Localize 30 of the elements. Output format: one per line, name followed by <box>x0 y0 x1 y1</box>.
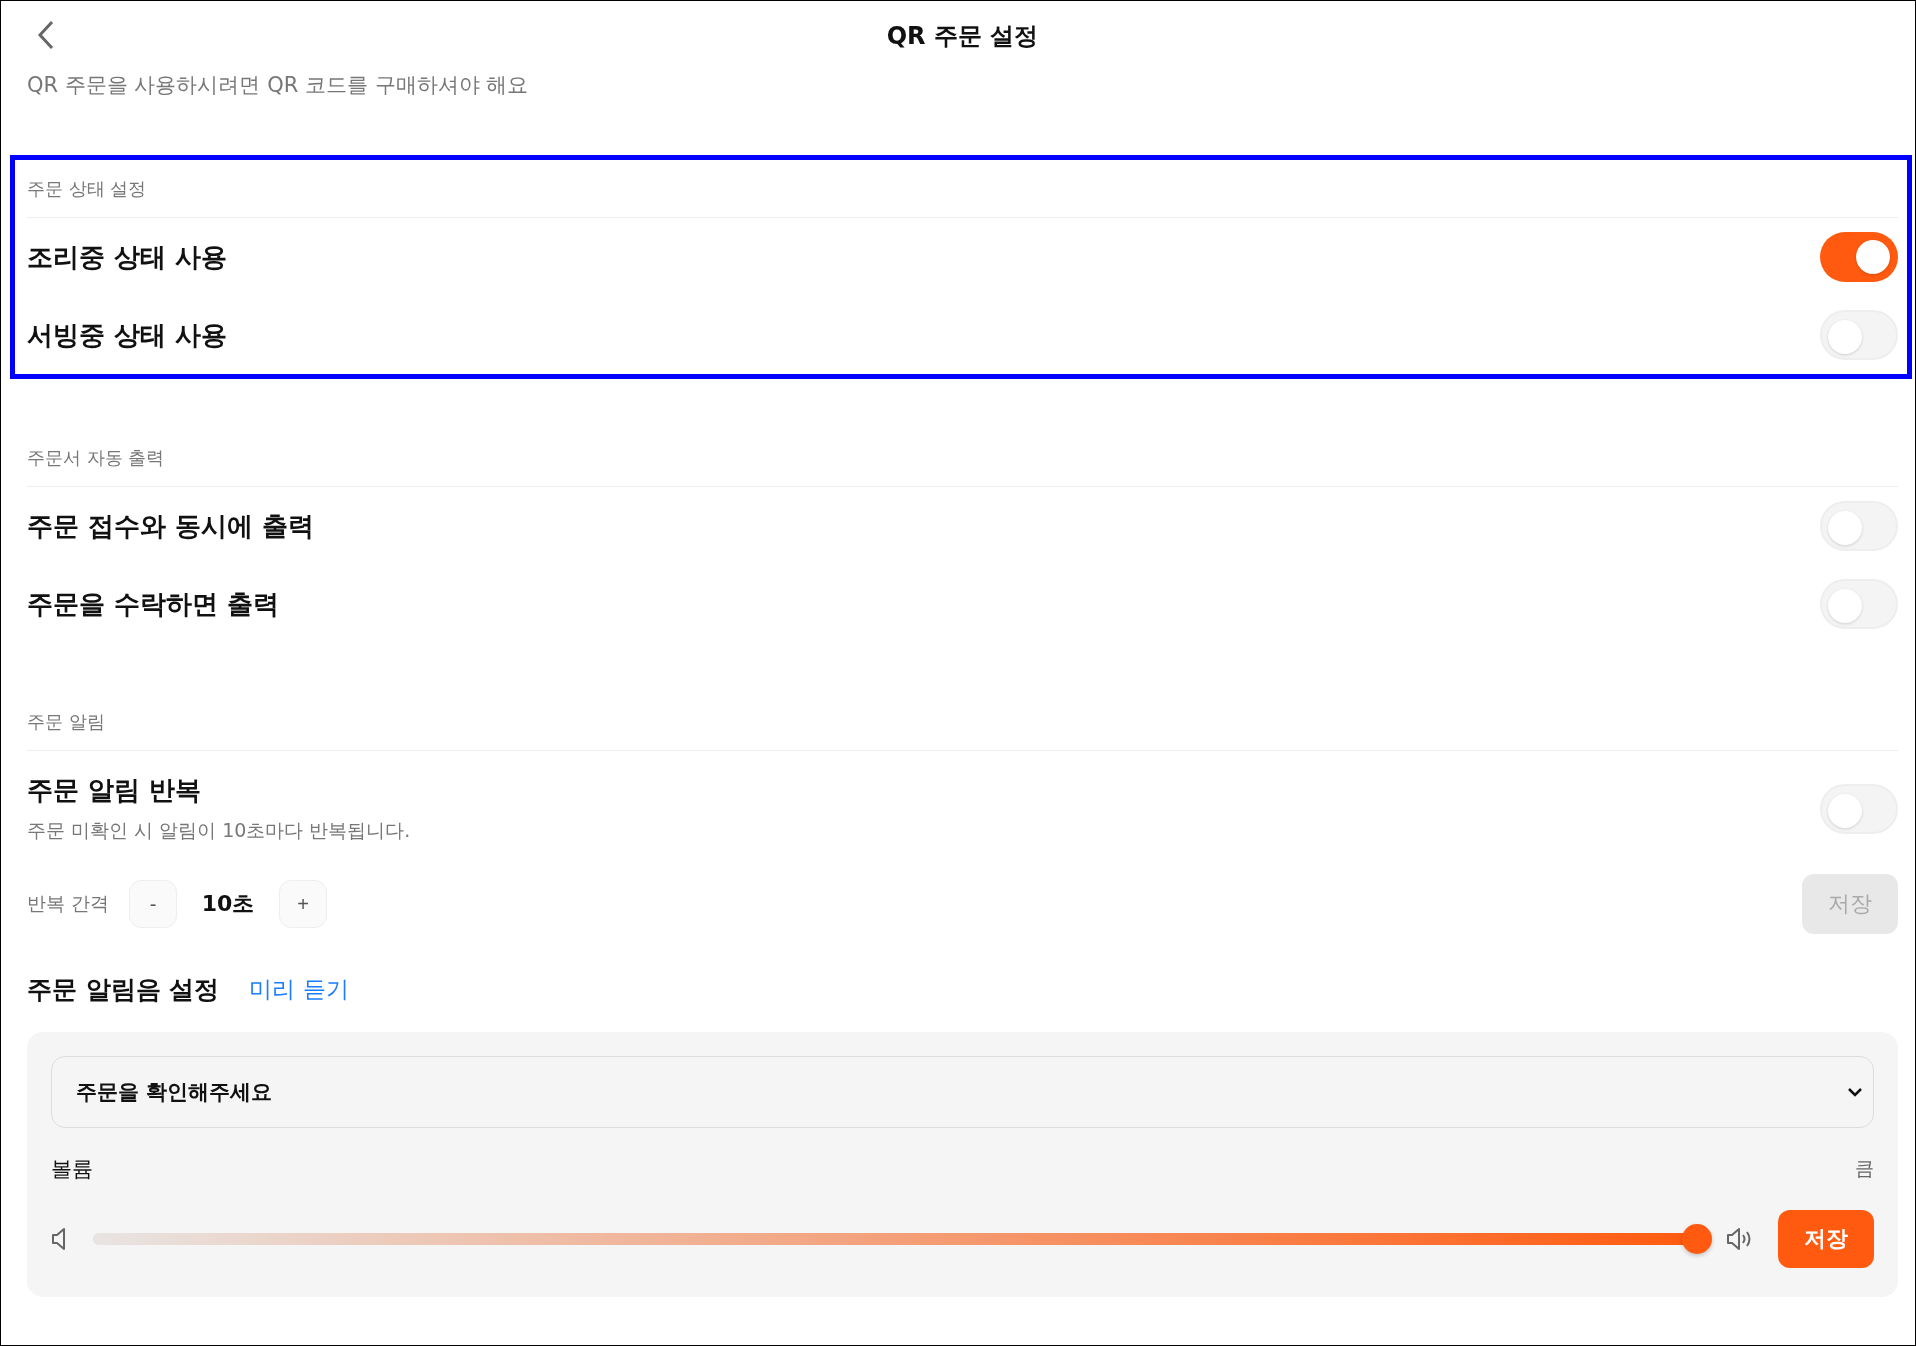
toggle-switch[interactable] <box>1820 310 1898 360</box>
volume-slider[interactable] <box>93 1224 1712 1254</box>
preview-link[interactable]: 미리 듣기 <box>249 973 349 1005</box>
volume-max-label: 큼 <box>1855 1156 1874 1181</box>
setting-label: 주문 알림 반복 <box>27 774 203 807</box>
interval-value: 10초 <box>200 890 256 918</box>
volume-label: 볼륨 <box>51 1156 93 1183</box>
toggle-switch[interactable] <box>1820 783 1898 834</box>
toggle-switch[interactable] <box>1820 579 1898 629</box>
speaker-icon <box>51 1227 67 1251</box>
setting-label: 서빙중 상태 사용 <box>27 318 228 352</box>
page-title: QR 주문 설정 <box>886 21 1039 52</box>
interval-label: 반복 간격 <box>27 891 111 916</box>
increase-button[interactable]: + <box>279 880 327 928</box>
sound-title: 주문 알림음 설정 <box>27 973 220 1006</box>
chevron-down-icon <box>1847 1087 1863 1097</box>
section-title: 주문 상태 설정 <box>27 160 1898 218</box>
subtitle: QR 주문을 사용하시려면 QR 코드를 구매하셔야 해요 <box>27 72 530 99</box>
chevron-left-icon <box>36 19 56 51</box>
setting-label: 조리중 상태 사용 <box>27 240 228 274</box>
setting-label: 주문 접수와 동시에 출력 <box>27 509 315 543</box>
sound-select[interactable]: 주문을 확인해주세요 <box>51 1056 1874 1128</box>
slider-thumb[interactable] <box>1682 1224 1712 1254</box>
toggle-switch[interactable] <box>1820 501 1898 551</box>
section-title: 주문 알림 <box>27 693 1898 751</box>
section-title: 주문서 자동 출력 <box>27 429 1898 487</box>
toggle-switch[interactable] <box>1820 232 1898 282</box>
decrease-button[interactable]: - <box>129 880 177 928</box>
setting-label: 주문을 수락하면 출력 <box>27 587 280 621</box>
setting-description: 주문 미확인 시 알림이 10초마다 반복됩니다. <box>27 818 411 843</box>
